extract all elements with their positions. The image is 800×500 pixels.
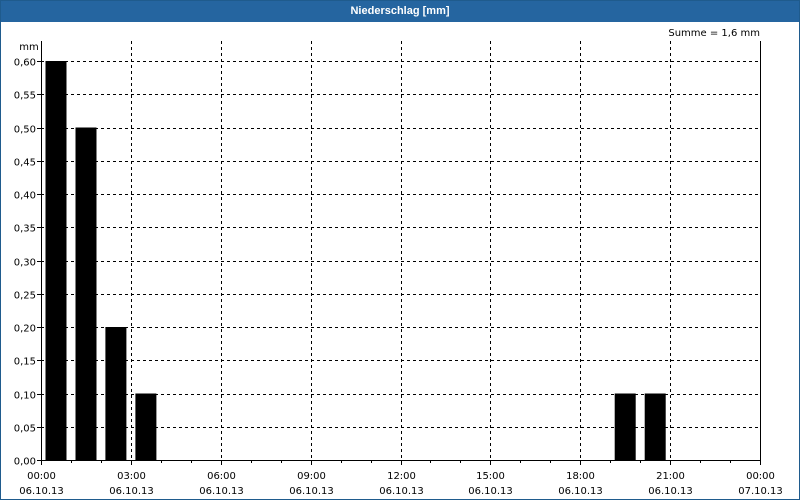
y-tick-label: 0,00 — [14, 457, 36, 468]
x-tick-time: 21:00 — [656, 471, 685, 482]
x-tick-date: 06.10.13 — [109, 486, 154, 497]
x-tick-date: 06.10.13 — [379, 486, 424, 497]
y-tick-label: 0,05 — [14, 424, 36, 435]
sum-label: Summe = 1,6 mm — [668, 28, 760, 39]
y-tick-label: 0,20 — [14, 324, 36, 335]
precipitation-chart: 0,00 0,05 0,10 0,15 0,20 0,25 0,30 0,35 0,40 0,45… — [14, 28, 783, 497]
precipitation-bar — [644, 393, 666, 460]
y-tick-label: 0,25 — [14, 291, 36, 302]
precipitation-bar — [105, 327, 127, 460]
x-tick-time: 06:00 — [207, 471, 236, 482]
y-tick-label: 0,10 — [14, 391, 36, 402]
x-tick-time: 00:00 — [27, 471, 56, 482]
precipitation-bar — [614, 393, 636, 460]
y-axis-unit-label: mm — [19, 42, 38, 53]
precipitation-bar — [135, 393, 157, 460]
y-tick-label: 0,35 — [14, 224, 36, 235]
bars — [45, 61, 666, 460]
x-tick-date: 06.10.13 — [558, 486, 603, 497]
x-tick-date: 06.10.13 — [289, 486, 334, 497]
y-tick-label: 0,40 — [14, 191, 36, 202]
x-tick-time: 09:00 — [297, 471, 326, 482]
x-tick-date: 06.10.13 — [19, 486, 64, 497]
x-tick-time: 12:00 — [387, 471, 416, 482]
y-tick-label: 0,30 — [14, 258, 36, 269]
x-tick-time: 15:00 — [476, 471, 505, 482]
x-tick-date: 06.10.13 — [199, 486, 244, 497]
y-tick-label: 0,60 — [14, 58, 36, 69]
x-tick-time: 03:00 — [117, 471, 146, 482]
y-tick-label: 0,15 — [14, 357, 36, 368]
precipitation-bar — [45, 61, 67, 460]
x-tick-date: 07.10.13 — [738, 486, 783, 497]
y-tick-label: 0,50 — [14, 125, 36, 136]
x-tick-date: 06.10.13 — [648, 486, 693, 497]
x-tick-time: 00:00 — [746, 471, 775, 482]
x-tick-time: 18:00 — [566, 471, 595, 482]
labels: 0,00 0,05 0,10 0,15 0,20 0,25 0,30 0,35 0,40 0,45… — [14, 28, 783, 497]
y-tick-label: 0,45 — [14, 158, 36, 169]
y-tick-label: 0,55 — [14, 91, 36, 102]
precipitation-bar — [75, 127, 97, 460]
x-tick-date: 06.10.13 — [468, 486, 513, 497]
